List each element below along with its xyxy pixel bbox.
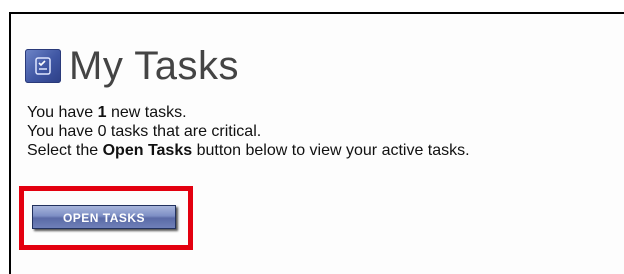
tasks-icon-glyph <box>35 57 51 75</box>
instruction-suffix: button below to view your active tasks. <box>192 142 470 159</box>
instruction-prefix: Select the <box>27 142 103 159</box>
instruction-message: Select the Open Tasks button below to vi… <box>27 141 470 160</box>
new-tasks-count: 1 <box>97 104 107 121</box>
panel-header: My Tasks <box>25 44 239 88</box>
page-title: My Tasks <box>69 44 239 88</box>
open-tasks-button[interactable]: OPEN TASKS <box>32 205 176 229</box>
critical-tasks-message: You have 0 tasks that are critical. <box>27 123 262 140</box>
task-messages: You have 1 new tasks. You have 0 tasks t… <box>27 103 470 160</box>
tasks-icon <box>25 49 61 83</box>
my-tasks-panel: My Tasks You have 1 new tasks. You have … <box>9 12 624 274</box>
new-tasks-prefix: You have <box>27 104 98 121</box>
new-tasks-message: You have 1 new tasks. <box>27 103 470 122</box>
instruction-bold: Open Tasks <box>102 142 193 159</box>
new-tasks-suffix: new tasks. <box>106 104 187 121</box>
